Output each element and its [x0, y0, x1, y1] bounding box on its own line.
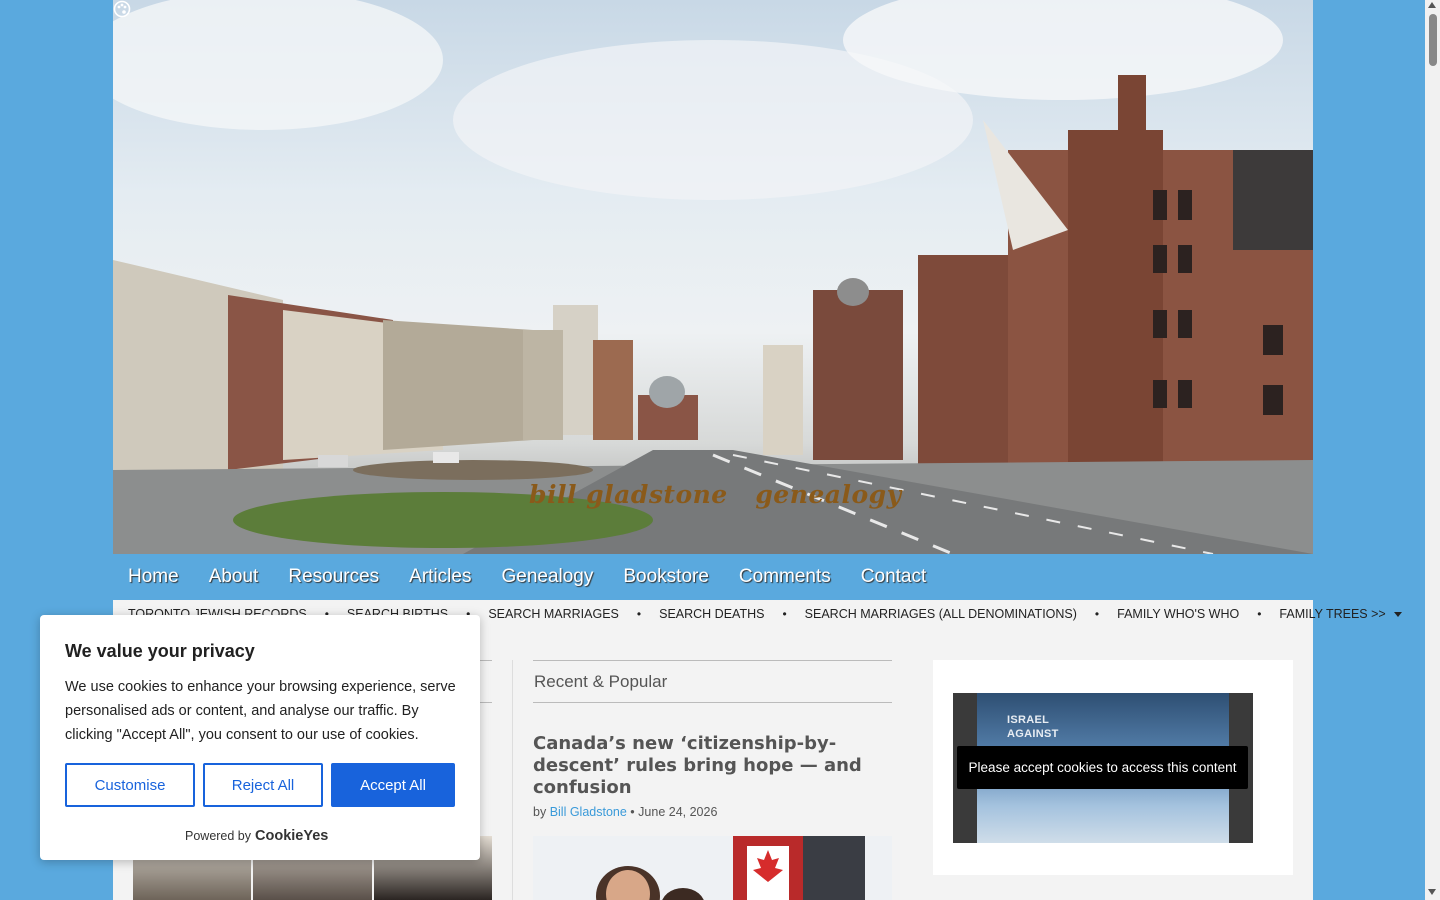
- post-author-link[interactable]: Bill Gladstone: [550, 805, 627, 819]
- subnav-family-trees[interactable]: FAMILY TREES >>: [1279, 607, 1402, 621]
- nav-home[interactable]: Home: [128, 566, 179, 588]
- site-title[interactable]: bill gladstone genealogy: [529, 480, 902, 509]
- subnav-family-whos-who[interactable]: FAMILY WHO'S WHO: [1117, 607, 1239, 621]
- cookieyes-logo[interactable]: CookieYes: [255, 828, 328, 844]
- recent-popular-column: Recent & Popular Canada’s new ‘citizensh…: [533, 660, 892, 819]
- column-divider: [512, 660, 513, 900]
- header-street-scene: [113, 0, 1313, 554]
- post-date: June 24, 2026: [638, 805, 718, 819]
- subnav-separator: •: [1257, 607, 1262, 621]
- cookie-required-message[interactable]: Please accept cookies to access this con…: [957, 746, 1248, 789]
- sidebar-widget: ISRAEL AGAINST Please accept cookies to …: [933, 660, 1293, 875]
- accept-all-button[interactable]: Accept All: [331, 763, 455, 807]
- nav-contact[interactable]: Contact: [861, 566, 926, 588]
- section-title: Recent & Popular: [533, 661, 892, 703]
- scroll-up-arrow-icon[interactable]: [1428, 2, 1436, 8]
- page-scrollbar[interactable]: [1425, 0, 1440, 900]
- subnav-search-marriages[interactable]: SEARCH MARRIAGES: [488, 607, 619, 621]
- subnav-separator: •: [1094, 607, 1100, 621]
- subnav-family-trees-label: FAMILY TREES >>: [1279, 607, 1386, 621]
- powered-by: Powered by CookieYes: [185, 828, 328, 844]
- cookie-text: We use cookies to enhance your browsing …: [65, 679, 456, 743]
- post-meta: by Bill Gladstone • June 24, 2026: [533, 805, 892, 819]
- header-banner[interactable]: bill gladstone genealogy: [113, 0, 1313, 554]
- cookie-title: We value your privacy: [65, 641, 255, 661]
- post-featured-image[interactable]: [533, 836, 892, 900]
- subnav-separator: •: [636, 607, 642, 621]
- cookie-consent-banner: We value your privacy We use cookies to …: [40, 615, 480, 860]
- subnav-search-deaths[interactable]: SEARCH DEATHS: [659, 607, 764, 621]
- video-text-line: AGAINST: [1007, 728, 1059, 740]
- scrollbar-thumb[interactable]: [1429, 14, 1437, 66]
- post-title[interactable]: Canada’s new ‘citizenship-by-descent’ ru…: [533, 733, 892, 799]
- video-text-line: ISRAEL: [1007, 714, 1050, 726]
- post-by: by: [533, 805, 547, 819]
- subnav-search-marriages-all[interactable]: SEARCH MARRIAGES (ALL DENOMINATIONS): [805, 607, 1077, 621]
- post-meta-dot: •: [630, 805, 635, 819]
- palette-icon[interactable]: [113, 0, 131, 18]
- reject-all-button[interactable]: Reject All: [203, 763, 323, 807]
- nav-genealogy[interactable]: Genealogy: [501, 566, 593, 588]
- subnav-separator: •: [782, 607, 787, 621]
- customise-button[interactable]: Customise: [65, 763, 195, 807]
- nav-about[interactable]: About: [209, 566, 259, 588]
- nav-bookstore[interactable]: Bookstore: [623, 566, 709, 588]
- scroll-down-arrow-icon[interactable]: [1428, 889, 1436, 895]
- video-thumbnail-text: ISRAEL AGAINST: [1007, 713, 1059, 741]
- main-navigation: Home About Resources Articles Genealogy …: [113, 554, 1313, 600]
- nav-resources[interactable]: Resources: [288, 566, 379, 588]
- chevron-down-icon: [1393, 612, 1402, 618]
- nav-comments[interactable]: Comments: [739, 566, 831, 588]
- powered-by-label: Powered by: [185, 829, 252, 843]
- nav-articles[interactable]: Articles: [409, 566, 471, 588]
